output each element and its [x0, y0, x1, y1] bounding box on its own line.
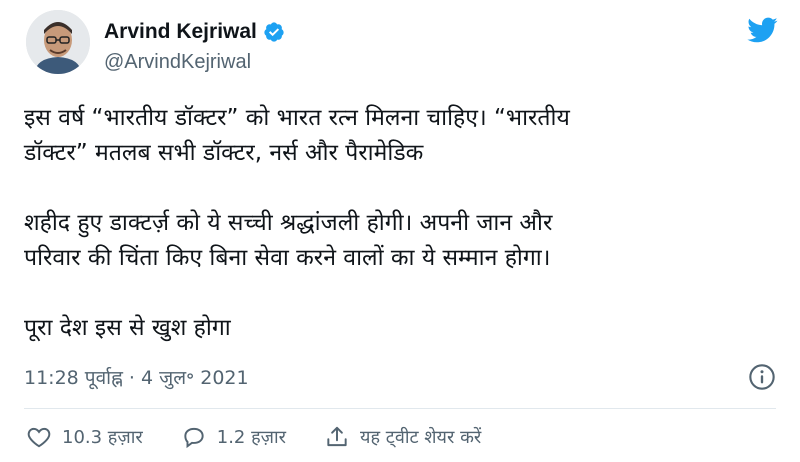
tweet-line: पूरा देश इस से खुश होगा — [24, 315, 231, 341]
tweet-actions: 10.3 हज़ार 1.2 हज़ार यह ट्वीट शेयर करें — [26, 424, 519, 450]
reply-button[interactable]: 1.2 हज़ार — [181, 424, 286, 450]
twitter-bird-icon[interactable] — [744, 14, 780, 46]
tweet-timestamp[interactable]: 11:28 पूर्वाह्न · 4 जुल॰ 2021 — [24, 364, 249, 390]
info-icon[interactable] — [748, 363, 776, 391]
tweet-line: परिवार की चिंता किए बिना सेवा करने वालों… — [24, 245, 551, 271]
share-icon — [327, 426, 347, 447]
author-handle[interactable]: @ArvindKejriwal — [104, 51, 251, 74]
reply-count: 1.2 हज़ार — [216, 427, 287, 448]
author-display-name[interactable]: Arvind Kejriwal — [104, 20, 257, 44]
tweet-text: इस वर्ष “भारतीय डॉक्टर” को भारत रत्न मिल… — [24, 101, 784, 346]
share-label: यह ट्वीट शेयर करें — [360, 427, 482, 448]
avatar[interactable] — [26, 10, 90, 74]
share-button[interactable]: यह ट्वीट शेयर करें — [324, 424, 481, 450]
profile-photo — [26, 10, 90, 74]
tweet-card: Arvind Kejriwal @ArvindKejriwal इस वर्ष … — [0, 0, 800, 462]
verified-badge-icon — [263, 21, 285, 43]
heart-icon — [27, 427, 51, 448]
tweet-line: डॉक्टर” मतलब सभी डॉक्टर, नर्स और पैरामेड… — [24, 140, 424, 166]
like-count: 10.3 हज़ार — [62, 427, 143, 448]
tweet-line: इस वर्ष “भारतीय डॉक्टर” को भारत रत्न मिल… — [24, 105, 570, 131]
author-name-row: Arvind Kejriwal — [104, 20, 285, 44]
divider — [24, 408, 776, 409]
reply-icon — [184, 427, 204, 449]
like-button[interactable]: 10.3 हज़ार — [26, 424, 143, 450]
tweet-line: शहीद हुए डाक्टर्ज़ को ये सच्ची श्रद्धांज… — [24, 210, 553, 236]
